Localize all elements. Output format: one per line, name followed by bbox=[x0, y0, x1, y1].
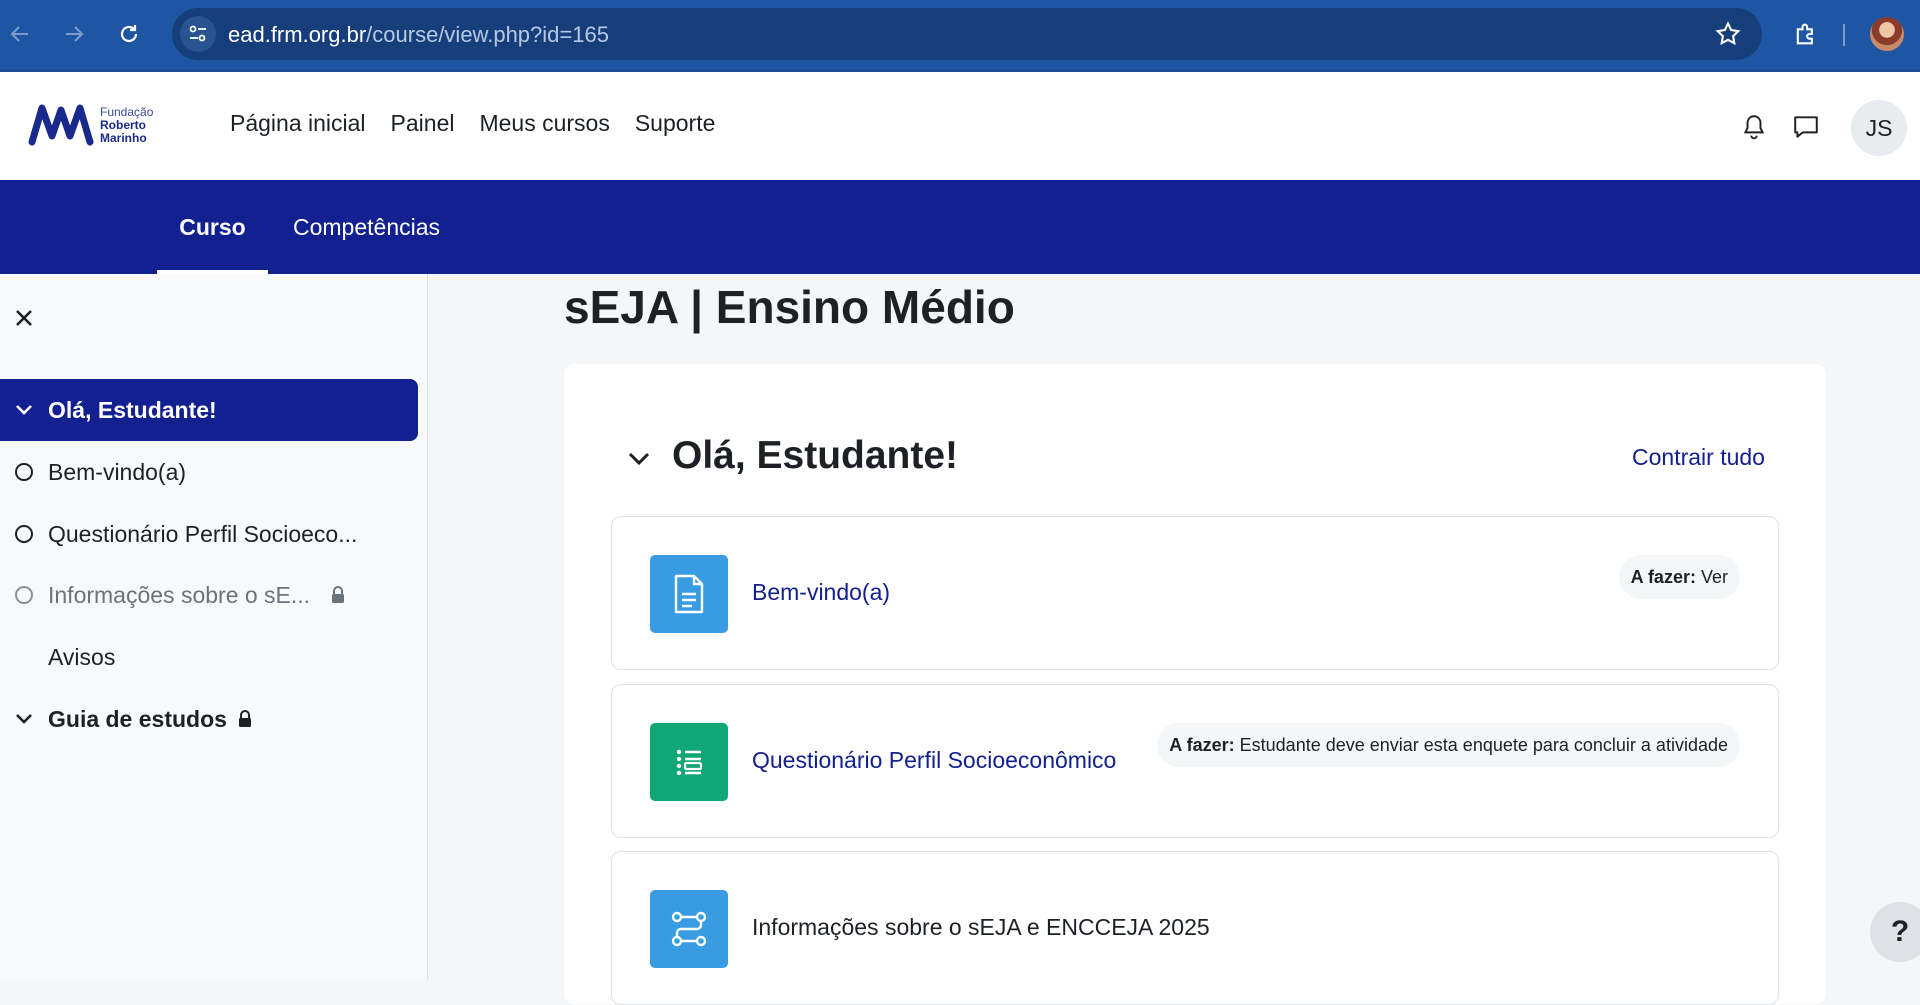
activity-card: Informações sobre o sEJA e ENCCEJA 2025 bbox=[611, 851, 1779, 1005]
logo-text: Fundação Roberto Marinho bbox=[100, 106, 153, 145]
todo-value: Ver bbox=[1700, 566, 1728, 587]
course-index-item-avisos[interactable]: Avisos bbox=[0, 626, 418, 688]
tab-competencies-label: Competências bbox=[293, 213, 441, 240]
course-index-item-label: Guia de estudos bbox=[48, 705, 227, 732]
course-index-item-informacoes[interactable]: Informações sobre o sE... bbox=[0, 564, 418, 626]
chevron-down-icon[interactable] bbox=[0, 404, 48, 416]
course-index-section-guia[interactable]: Guia de estudos bbox=[0, 688, 418, 750]
lock-icon bbox=[330, 586, 346, 604]
completion-circle-icon bbox=[15, 586, 33, 604]
tab-competencies[interactable]: Competências bbox=[293, 180, 440, 274]
messages-icon[interactable] bbox=[1789, 110, 1823, 144]
activity-link[interactable]: Questionário Perfil Socioeconômico bbox=[752, 747, 1116, 774]
activity-name: Informações sobre o sEJA e ENCCEJA 2025 bbox=[752, 914, 1210, 940]
url-path: /course/view.php?id=165 bbox=[366, 22, 609, 47]
completion-requirement-badge: A fazer: Estudante deve enviar esta enqu… bbox=[1157, 723, 1740, 767]
nav-my-courses[interactable]: Meus cursos bbox=[479, 110, 609, 137]
user-avatar[interactable]: JS bbox=[1851, 100, 1907, 156]
bookmark-star-icon[interactable] bbox=[1714, 20, 1742, 48]
browser-profile-avatar[interactable] bbox=[1870, 17, 1904, 51]
course-index-drawer: Olá, Estudante! Bem-vindo(a) Questionári… bbox=[0, 274, 428, 980]
browser-toolbar: ead.frm.org.br/course/view.php?id=165 bbox=[0, 0, 1920, 72]
toolbar-separator bbox=[1843, 24, 1845, 46]
lock-icon bbox=[237, 710, 253, 728]
url-text: ead.frm.org.br/course/view.php?id=165 bbox=[228, 22, 609, 48]
feedback-icon[interactable] bbox=[650, 723, 728, 801]
completion-requirement-badge: A fazer: Ver bbox=[1618, 555, 1740, 599]
address-bar[interactable]: ead.frm.org.br/course/view.php?id=165 bbox=[172, 8, 1762, 60]
course-index-item-label: Bem-vindo(a) bbox=[48, 458, 187, 485]
logo-line-3: Marinho bbox=[100, 131, 147, 145]
reload-icon[interactable] bbox=[109, 14, 149, 54]
course-index-item-label: Avisos bbox=[48, 643, 116, 670]
activity-link[interactable]: Bem-vindo(a) bbox=[752, 579, 890, 606]
page-icon[interactable] bbox=[650, 555, 728, 633]
notifications-bell-icon[interactable] bbox=[1737, 110, 1771, 144]
nav-home[interactable]: Página inicial bbox=[230, 110, 366, 137]
site-header: Fundação Roberto Marinho Página inicial … bbox=[0, 72, 1920, 180]
course-index-item-label: Olá, Estudante! bbox=[48, 396, 217, 423]
site-info-icon[interactable] bbox=[180, 16, 216, 52]
lesson-icon bbox=[650, 890, 728, 968]
tab-course[interactable]: Curso bbox=[157, 180, 268, 274]
completion-circle-icon bbox=[15, 525, 33, 543]
tab-course-label: Curso bbox=[179, 213, 246, 240]
todo-label: A fazer: bbox=[1630, 566, 1696, 587]
primary-navigation: Página inicial Painel Meus cursos Suport… bbox=[230, 110, 715, 137]
nav-support[interactable]: Suporte bbox=[635, 110, 716, 137]
completion-circle-icon bbox=[15, 463, 33, 481]
chevron-down-icon[interactable] bbox=[0, 713, 48, 725]
logo-mark-icon bbox=[28, 104, 94, 146]
close-icon[interactable] bbox=[8, 302, 40, 334]
course-index-item-questionario[interactable]: Questionário Perfil Socioeco... bbox=[0, 503, 418, 565]
extensions-icon[interactable] bbox=[1786, 14, 1826, 54]
course-index-item-label: Questionário Perfil Socioeco... bbox=[48, 520, 358, 547]
forward-icon[interactable] bbox=[54, 14, 94, 54]
course-index-item-label: Informações sobre o sE... bbox=[48, 581, 311, 608]
nav-dashboard[interactable]: Painel bbox=[391, 110, 455, 137]
page-title: sEJA | Ensino Médio bbox=[564, 281, 1015, 333]
collapse-all-link[interactable]: Contrair tudo bbox=[1632, 444, 1765, 471]
activity-card: Bem-vindo(a) A fazer: Ver bbox=[611, 516, 1779, 670]
section-title: Olá, Estudante! bbox=[672, 434, 959, 477]
section-collapse-chevron-icon[interactable] bbox=[624, 444, 654, 474]
todo-value: Estudante deve enviar esta enquete para … bbox=[1239, 734, 1728, 755]
course-index-item-bem-vindo[interactable]: Bem-vindo(a) bbox=[0, 441, 418, 503]
course-index-section-ola[interactable]: Olá, Estudante! bbox=[0, 379, 418, 441]
activity-card: Questionário Perfil Socioeconômico A faz… bbox=[611, 684, 1779, 838]
back-icon[interactable] bbox=[0, 14, 40, 54]
url-domain: ead.frm.org.br bbox=[228, 22, 367, 47]
todo-label: A fazer: bbox=[1169, 734, 1235, 755]
secondary-navigation: Curso Competências bbox=[0, 180, 1920, 274]
site-logo[interactable]: Fundação Roberto Marinho bbox=[28, 102, 168, 152]
help-button[interactable]: ? bbox=[1870, 902, 1920, 962]
